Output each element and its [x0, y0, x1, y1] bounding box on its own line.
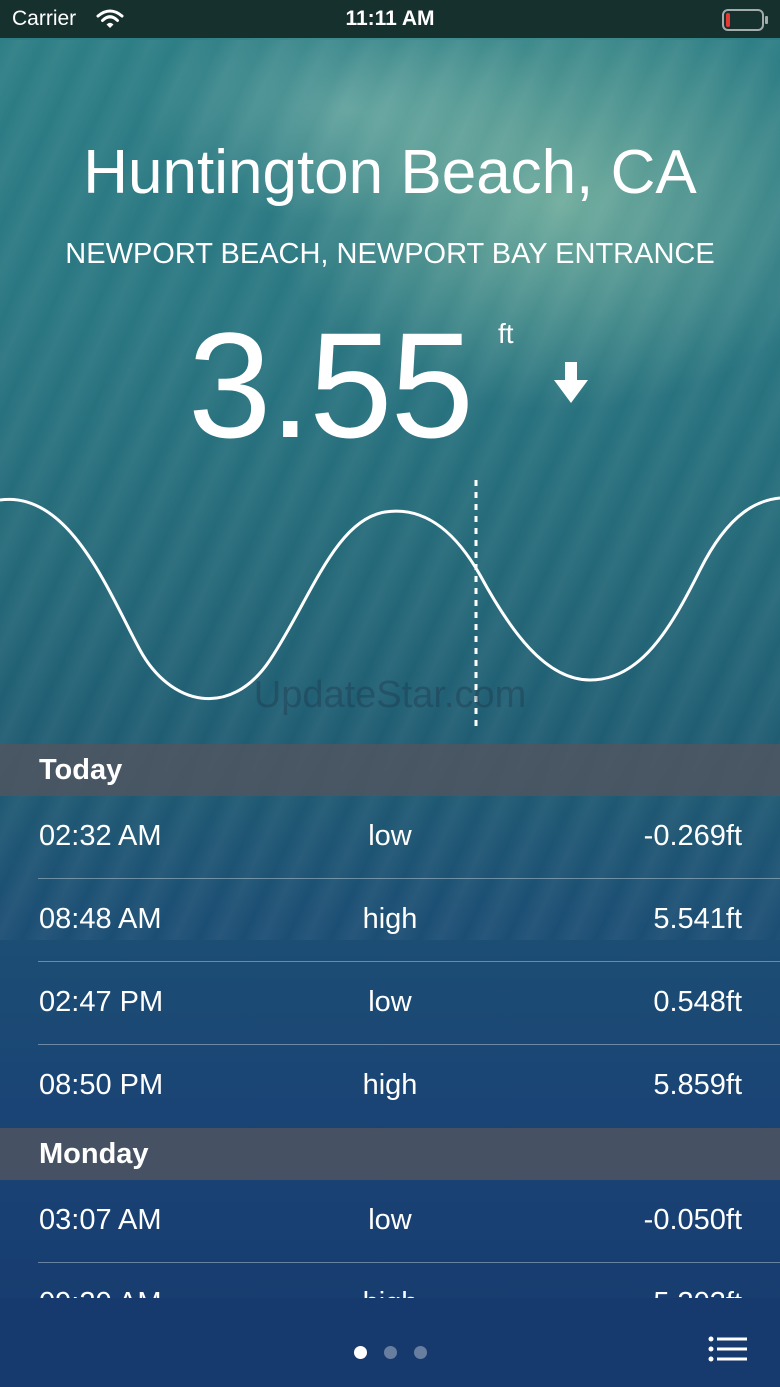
page-dot-3[interactable] — [414, 1346, 427, 1359]
table-row: 08:48 AM high 5.541ft — [0, 879, 780, 962]
table-row: 02:32 AM low -0.269ft — [0, 796, 780, 879]
tide-time: 09:20 AM — [39, 1287, 162, 1298]
list-icon[interactable] — [708, 1335, 748, 1368]
tide-time: 02:47 PM — [39, 986, 164, 1018]
tide-time: 08:48 AM — [39, 903, 162, 935]
section-header-label: Monday — [39, 1138, 149, 1170]
tide-time: 02:32 AM — [39, 820, 162, 852]
tide-value: 5.859ft — [653, 1069, 742, 1101]
clock: 11:11 AM — [345, 7, 435, 30]
tide-value: 5.303ft — [653, 1287, 742, 1298]
station-name: NEWPORT BEACH, NEWPORT BAY ENTRANCE — [65, 238, 715, 270]
tide-screen: Carrier 11:11 AM Huntington Beach, CA NE… — [0, 0, 780, 1387]
tide-kind: high — [362, 903, 418, 935]
tide-value: -0.269ft — [643, 820, 742, 852]
tide-time: 08:50 PM — [39, 1069, 164, 1101]
table-row: 09:20 AM high 5.303ft — [0, 1263, 780, 1298]
tide-value: -0.050ft — [643, 1204, 742, 1236]
table-row: 03:07 AM low -0.050ft — [0, 1180, 780, 1263]
watermark: UpdateStar.com — [253, 674, 527, 716]
tide-table[interactable]: Today 02:32 AM low -0.269ft 08:48 AM hig… — [0, 744, 780, 1298]
arrow-down-icon — [552, 362, 590, 409]
status-bar: Carrier 11:11 AM — [0, 0, 780, 38]
section-header-monday: Monday — [0, 1128, 780, 1180]
current-height: 3.55 — [188, 301, 474, 469]
page-dot-2[interactable] — [384, 1346, 397, 1359]
section-header-label: Today — [39, 754, 123, 786]
tide-kind: low — [368, 820, 412, 852]
tide-kind: high — [290, 1287, 490, 1298]
page-dot-1[interactable] — [354, 1346, 367, 1359]
tide-kind: high — [362, 1069, 418, 1101]
table-row: 08:50 PM high 5.859ft — [0, 1045, 780, 1128]
section-header-today: Today — [0, 744, 780, 796]
tide-kind: low — [368, 986, 412, 1018]
tide-time: 03:07 AM — [39, 1204, 162, 1236]
bottom-toolbar — [0, 1298, 780, 1387]
battery-low-icon — [722, 9, 770, 37]
tide-value: 5.541ft — [653, 903, 742, 935]
tide-kind: low — [368, 1204, 412, 1236]
table-row: 02:47 PM low 0.548ft — [0, 962, 780, 1045]
tide-value: 0.548ft — [653, 986, 742, 1018]
height-unit: ft — [498, 318, 514, 349]
location-title: Huntington Beach, CA — [83, 138, 697, 207]
tide-wave — [0, 496, 780, 701]
